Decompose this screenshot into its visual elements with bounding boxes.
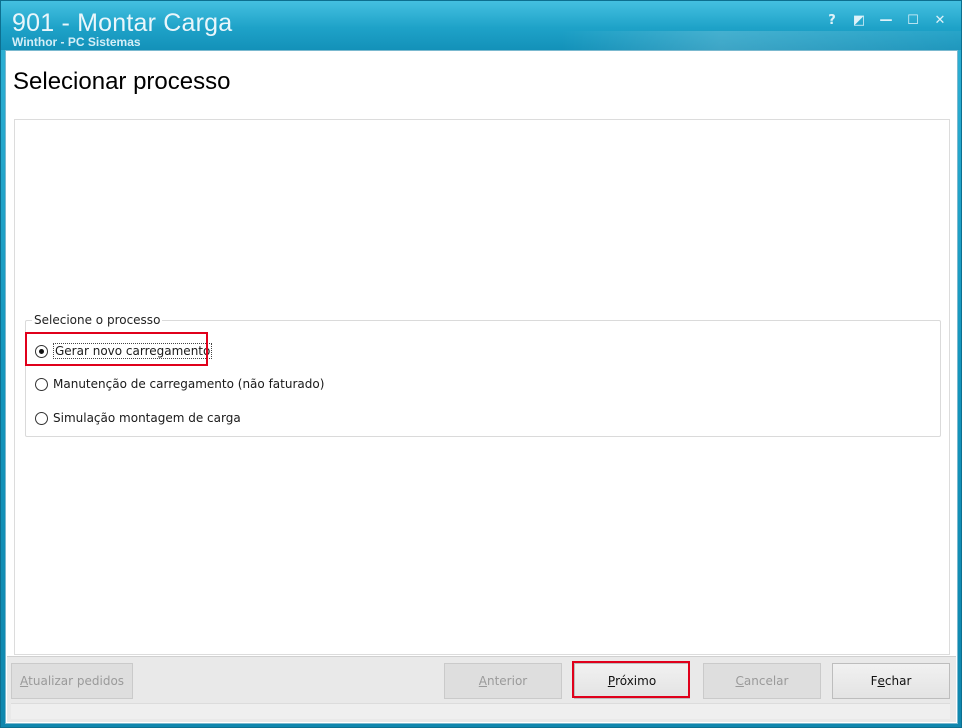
window-controls: ? ◩ — ☐ ✕ [823, 11, 949, 29]
radio-label: Manutenção de carregamento (não faturado… [53, 377, 325, 391]
button-label: char [884, 674, 912, 688]
radio-gerar-novo-carregamento[interactable]: Gerar novo carregamento [35, 343, 213, 359]
button-label: nterior [486, 674, 528, 688]
page-title: Selecionar processo [13, 68, 231, 95]
previous-button[interactable]: Anterior [444, 663, 562, 699]
update-orders-button[interactable]: Atualizar pedidos [11, 663, 133, 699]
next-button[interactable]: Próximo [574, 663, 690, 699]
process-group-legend: Selecione o processo [32, 313, 163, 327]
mnemonic-char: P [607, 674, 616, 688]
close-button[interactable]: Fe char [832, 663, 950, 699]
radio-manutencao-carregamento[interactable]: Manutenção de carregamento (não faturado… [35, 377, 324, 391]
radio-unchecked-icon[interactable] [35, 377, 48, 391]
window-title: 901 - Montar Carga [12, 9, 233, 37]
mnemonic-char: A [19, 674, 29, 688]
footer-strip [11, 703, 950, 719]
app-window: 901 - Montar Carga Winthor - PC Sistemas… [0, 0, 962, 728]
title-bar-glare [561, 31, 961, 50]
radio-checked-icon[interactable] [35, 344, 48, 358]
button-label: róximo [615, 674, 657, 688]
mnemonic-char: C [735, 674, 744, 688]
button-label: ancelar [743, 674, 789, 688]
process-groupbox: Selecione o processo Gerar novo carregam… [25, 313, 941, 437]
radio-label: Gerar novo carregamento [53, 343, 213, 359]
radio-simulacao-montagem[interactable]: Simulação montagem de carga [35, 411, 241, 425]
window-subtitle: Winthor - PC Sistemas [12, 35, 141, 49]
minimize-icon[interactable]: — [877, 11, 895, 29]
title-bar[interactable]: 901 - Montar Carga Winthor - PC Sistemas… [1, 1, 961, 50]
footer-bar: Atualizar pedidos Anterior Próximo Cance… [7, 656, 956, 722]
radio-label: Simulação montagem de carga [53, 411, 241, 425]
contrast-icon[interactable]: ◩ [850, 11, 868, 29]
mnemonic-char: e [877, 674, 885, 688]
button-label-prefix: F [870, 674, 878, 688]
mnemonic-char: A [478, 674, 487, 688]
help-icon[interactable]: ? [823, 11, 841, 29]
radio-unchecked-icon[interactable] [35, 411, 48, 425]
close-icon[interactable]: ✕ [931, 11, 949, 29]
maximize-icon[interactable]: ☐ [904, 11, 922, 29]
client-area: Selecionar processo Selecione o processo… [5, 50, 958, 724]
button-label: tualizar pedidos [28, 674, 125, 688]
cancel-button[interactable]: Cancelar [703, 663, 821, 699]
content-panel: Selecione o processo Gerar novo carregam… [14, 119, 950, 655]
